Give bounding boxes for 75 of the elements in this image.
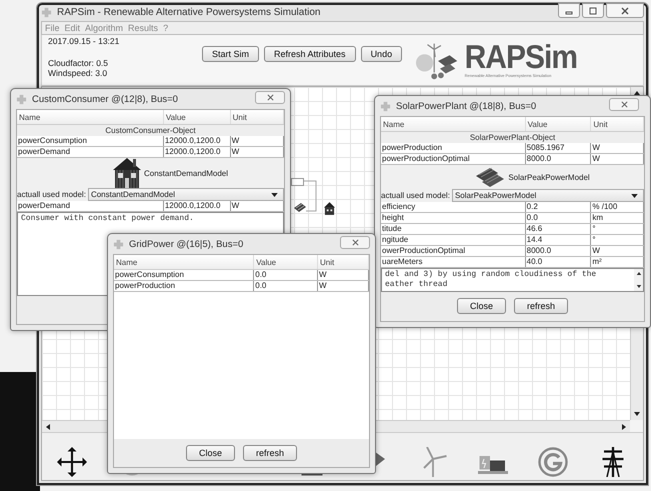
table-cell: powerProduction xyxy=(114,281,254,291)
model-name: SolarPeakPowerModel xyxy=(508,172,590,182)
table-cell: ngitude xyxy=(381,235,526,245)
table-cell: W xyxy=(230,136,284,146)
description-line: Consumer with constant power demand. xyxy=(21,214,195,224)
model-label: actuall used model: xyxy=(17,190,87,199)
table-cell: 14.4 xyxy=(526,235,592,245)
table-cell: 8000.0 xyxy=(526,154,592,164)
model-dropdown[interactable]: SolarPeakPowerModel xyxy=(452,189,644,202)
table-cell: 40.0 xyxy=(526,257,592,267)
model-label: actuall used model: xyxy=(381,191,451,200)
table-cell: W xyxy=(591,143,644,153)
model-name: ConstantDemandModel xyxy=(144,168,228,178)
table-cell: 0.0 xyxy=(526,213,592,223)
table-cell: km xyxy=(591,213,644,223)
dialog-button[interactable]: Close xyxy=(456,298,506,314)
toolbar-button[interactable]: Refresh Attributes xyxy=(264,46,356,62)
column-header[interactable]: Name xyxy=(17,110,164,124)
table-section-title: CustomConsumer-Object xyxy=(17,125,284,136)
column-header[interactable]: Unit xyxy=(230,110,284,124)
dialog-title: CustomConsumer @(12|8), Bus=0 xyxy=(32,94,178,104)
table-cell: % /100 xyxy=(591,202,644,212)
table-cell: W xyxy=(591,246,644,256)
table-cell: height xyxy=(381,213,526,223)
column-header[interactable]: Value xyxy=(254,255,318,269)
table-cell: 0.0 xyxy=(254,270,318,280)
table-cell: 12000.0,1200.0 xyxy=(164,147,231,157)
table-cell: W xyxy=(318,281,369,291)
column-header[interactable]: Unit xyxy=(318,255,369,269)
column-header[interactable]: Unit xyxy=(591,117,644,131)
table-cell: owerProductionOptimal xyxy=(381,246,526,256)
table-cell: 5085.1967 xyxy=(526,143,592,153)
dialog-button[interactable]: refresh xyxy=(514,298,568,314)
table-cell: powerConsumption xyxy=(114,270,254,280)
cloudfactor-text: Cloudfactor: 0.5 xyxy=(48,58,110,68)
column-header[interactable]: Name xyxy=(381,117,526,131)
table-cell: ° xyxy=(591,224,644,234)
windspeed-text: Windspeed: 3.0 xyxy=(48,68,108,78)
table-cell: 0.2 xyxy=(526,202,592,212)
dialog-button[interactable]: refresh xyxy=(243,445,298,461)
window-title: RAPSim - Renewable Alternative Powersystems Simulation xyxy=(57,6,320,18)
table-cell: powerConsumption xyxy=(17,136,164,146)
dialog-title: SolarPowerPlant @(18|8), Bus=0 xyxy=(396,100,536,112)
table-cell: powerDemand xyxy=(17,201,164,211)
table-cell: powerDemand xyxy=(17,147,164,157)
description-text-area[interactable]: del and 3) by using random cloudiness of the eather thread xyxy=(381,268,644,292)
table-cell: m² xyxy=(591,257,644,267)
table-cell: W xyxy=(591,154,644,164)
table-cell: W xyxy=(230,201,284,211)
dialog-title: GridPower @(16|5), Bus=0 xyxy=(129,238,244,250)
table-cell: W xyxy=(318,270,369,280)
table-section-title: SolarPowerPlant-Object xyxy=(381,132,644,143)
date-time-text: 2017.09.15 - 13:21 xyxy=(48,36,120,46)
table-cell: ° xyxy=(591,235,644,245)
table-cell: 0.0 xyxy=(254,281,318,291)
logo-text: RAPSim xyxy=(464,41,577,74)
dialog-button[interactable]: Close xyxy=(186,445,235,461)
table-cell: powerProduction xyxy=(381,143,526,153)
table-cell: uareMeters xyxy=(381,257,526,267)
column-header[interactable]: Value xyxy=(164,110,231,124)
table-cell: efficiency xyxy=(381,202,526,212)
description-line: del and 3) by using random cloudiness of the xyxy=(385,270,598,280)
column-header[interactable]: Value xyxy=(526,117,592,131)
table-cell: powerProductionOptimal xyxy=(381,154,526,164)
table-cell: 46.6 xyxy=(526,224,592,234)
table-cell: 12000.0,1200.0 xyxy=(164,201,231,211)
toolbar-button[interactable]: Start Sim xyxy=(202,46,260,62)
toolbar-button[interactable]: Undo xyxy=(360,46,402,62)
table-cell: W xyxy=(230,147,284,157)
table-cell: 12000.0,1200.0 xyxy=(164,136,231,146)
column-header[interactable]: Name xyxy=(114,255,254,269)
table-cell: titude xyxy=(381,224,526,234)
description-line: eather thread xyxy=(385,280,448,290)
model-dropdown[interactable]: ConstantDemandModel xyxy=(88,188,284,201)
table-cell: 8000.0 xyxy=(526,246,592,256)
